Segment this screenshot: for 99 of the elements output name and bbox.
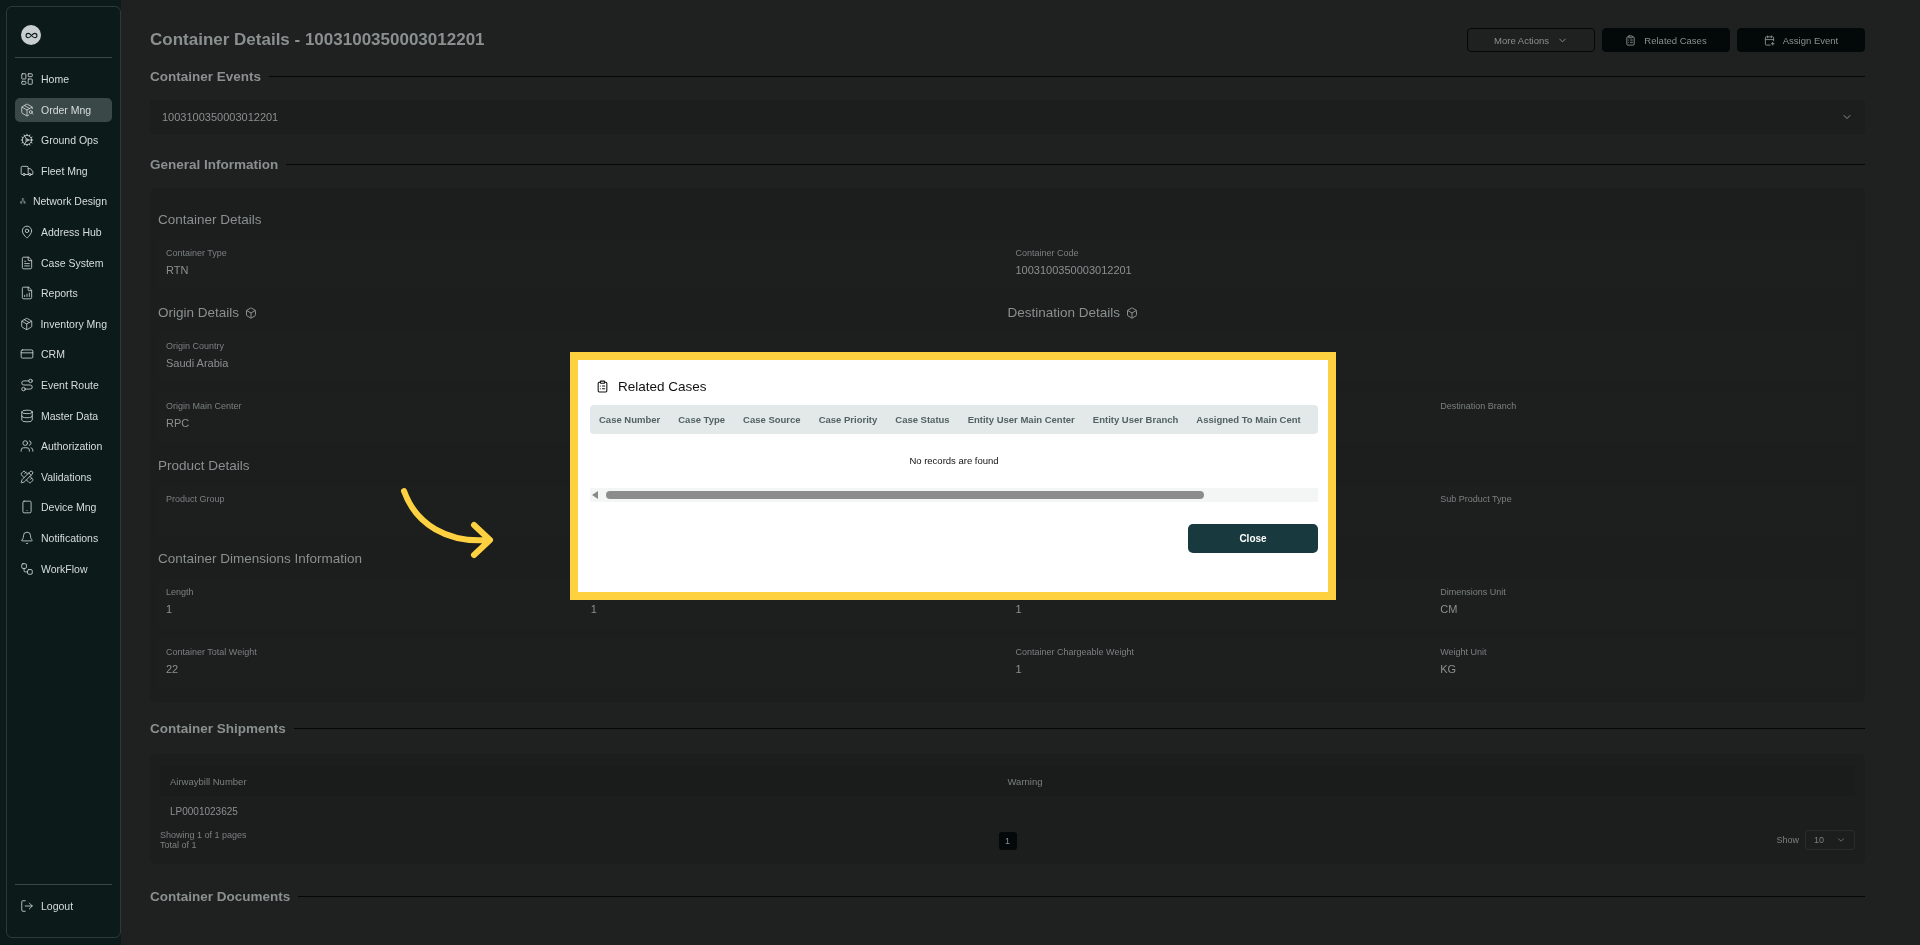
- field-value: 1: [166, 603, 174, 615]
- total-count: Total of 1: [160, 840, 198, 850]
- route-icon: [20, 377, 34, 392]
- field-value: RTN: [166, 264, 190, 276]
- column-header: Case Status: [895, 414, 950, 425]
- field-label: Origin Main Center: [166, 401, 243, 412]
- group-title: Destination Details: [1007, 305, 1139, 320]
- event-select[interactable]: 1003100350003012201: [150, 100, 1865, 134]
- calendar-icon: [1763, 34, 1775, 46]
- group-title: Container Dimensions Information: [158, 551, 363, 566]
- sidebar-item[interactable]: Order Mng: [15, 97, 112, 122]
- sidebar-item[interactable]: Network Design: [15, 189, 112, 214]
- field-label: Container Total Weight: [166, 647, 258, 658]
- cube-icon: [1126, 306, 1139, 319]
- section-heading: Container Shipments: [150, 720, 286, 736]
- section-heading: General Information: [150, 156, 279, 172]
- logout-button[interactable]: Logout: [15, 894, 112, 919]
- action-button[interactable]: More Actions: [1467, 28, 1595, 52]
- column-header: Case Number: [599, 414, 661, 425]
- sidebar-item[interactable]: Event Route: [15, 372, 112, 397]
- section-heading: Container Documents: [150, 888, 291, 904]
- clipboard-icon: [596, 379, 609, 393]
- field-label: Container Chargeable Weight: [1015, 647, 1135, 658]
- field-label: Length: [166, 587, 195, 598]
- field-value: Saudi Arabia: [166, 357, 230, 369]
- section-heading: Container Events: [150, 68, 262, 84]
- field-value: CM: [1440, 603, 1459, 615]
- field-label: Destination Branch: [1440, 401, 1518, 412]
- group-title: Product Details: [158, 458, 250, 473]
- clipboard-icon: [1625, 34, 1637, 46]
- page-title: Container Details - 1003100350003012201: [150, 30, 486, 50]
- column-header: Case Type: [678, 414, 726, 425]
- field-label: Origin Country: [166, 341, 226, 352]
- dialog-title: Related Cases: [618, 378, 707, 394]
- show-label: Show: [1776, 835, 1799, 845]
- logo-icon: [21, 25, 41, 45]
- group-title: Container Details: [158, 212, 262, 227]
- column-header: Entity User Branch: [1092, 414, 1179, 425]
- chevron-icon: [1836, 835, 1846, 845]
- phone-icon: [20, 500, 34, 515]
- field-label: Weight Unit: [1440, 647, 1488, 658]
- column-header: Case Priority: [818, 414, 878, 425]
- field-label: Dimensions Unit: [1440, 587, 1507, 598]
- workflow-icon: [20, 561, 34, 576]
- sidebar-item[interactable]: Ground Ops: [15, 128, 112, 153]
- sidebar-item[interactable]: Notifications: [15, 525, 112, 550]
- empty-message: No records are found: [908, 454, 1000, 468]
- bell-icon: [20, 530, 34, 545]
- sidebar-item[interactable]: Validations: [15, 464, 112, 489]
- group-title: Origin Details: [158, 305, 258, 320]
- truck-icon: [20, 163, 34, 178]
- table-cell-text: LP0001023625: [170, 805, 239, 817]
- map-pin-icon: [20, 224, 34, 239]
- users-icon: [20, 439, 34, 454]
- page-button[interactable]: 1: [998, 832, 1017, 850]
- page-size-select[interactable]: 10: [1805, 830, 1855, 850]
- package-icon: [20, 102, 34, 117]
- field-value: 1: [1015, 603, 1023, 615]
- cube-icon: [245, 306, 258, 319]
- sidebar-item[interactable]: CRM: [15, 342, 112, 367]
- dashboard-icon: [20, 72, 34, 86]
- column-header: Entity User Main Center: [967, 414, 1075, 425]
- field-label: Product Group: [166, 494, 226, 505]
- action-button[interactable]: Assign Event: [1737, 28, 1865, 52]
- logout-icon: [20, 899, 34, 914]
- gear-icon: [20, 133, 34, 148]
- sidebar-item[interactable]: Inventory Mng: [15, 311, 112, 336]
- sidebar-item[interactable]: WorkFlow: [15, 556, 112, 581]
- horizontal-scrollbar[interactable]: [590, 488, 1318, 502]
- field-label: Container Code: [1015, 248, 1080, 259]
- card-icon: [20, 347, 34, 362]
- field-label: Container Type: [166, 248, 228, 259]
- column-header: Airwaybill Number: [170, 775, 248, 787]
- field-value: KG: [1440, 663, 1458, 675]
- field-value: 1: [590, 603, 598, 615]
- field-label: Sub Product Type: [1440, 494, 1513, 505]
- sidebar-item[interactable]: Reports: [15, 281, 112, 306]
- sidebar-item[interactable]: Fleet Mng: [15, 158, 112, 183]
- document-icon: [20, 255, 34, 270]
- column-header: Assigned To Main Cent: [1196, 414, 1301, 425]
- box-icon: [20, 316, 34, 331]
- action-button[interactable]: Related Cases: [1602, 28, 1730, 52]
- sidebar-item[interactable]: Case System: [15, 250, 112, 275]
- sidebar-item[interactable]: Address Hub: [15, 219, 112, 244]
- page-summary: Showing 1 of 1 pages: [160, 830, 248, 840]
- report-icon: [20, 286, 34, 301]
- field-value: 1003100350003012201: [1015, 264, 1133, 276]
- sidebar-item[interactable]: Home: [15, 67, 112, 91]
- sidebar-item[interactable]: Device Mng: [15, 495, 112, 520]
- database-icon: [20, 408, 34, 423]
- pencil-ruler-icon: [20, 469, 34, 484]
- field-value: 22: [166, 663, 180, 675]
- field-value: 1: [1015, 663, 1023, 675]
- sidebar-item[interactable]: Authorization: [15, 434, 112, 459]
- close-button[interactable]: Close: [1188, 524, 1318, 553]
- sidebar-item[interactable]: Master Data: [15, 403, 112, 428]
- column-header: Warning: [1007, 775, 1044, 787]
- column-header: Case Source: [743, 414, 801, 425]
- field-value: RPC: [166, 417, 191, 429]
